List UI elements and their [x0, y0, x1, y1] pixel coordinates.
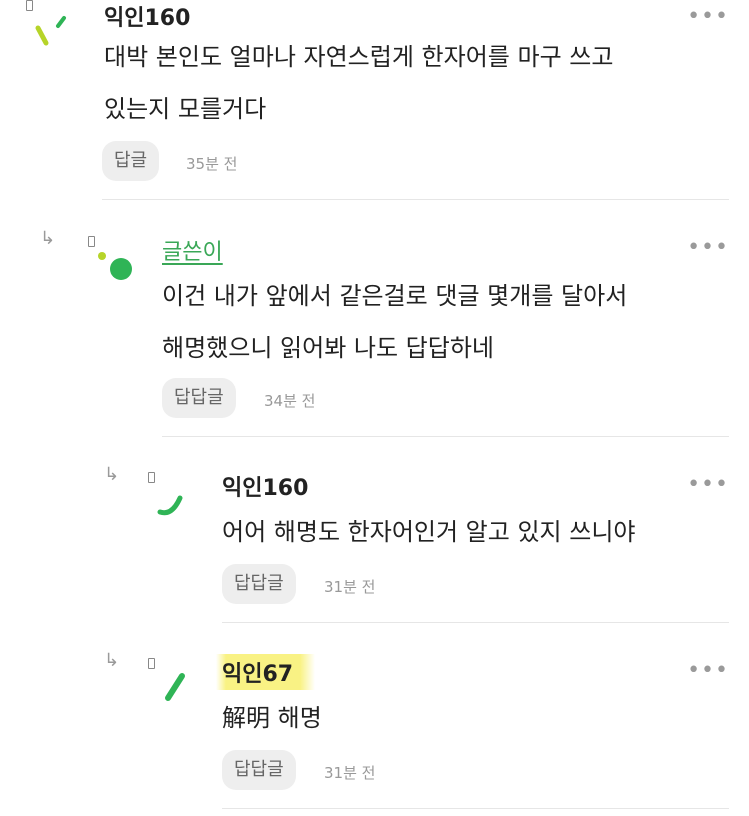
divider: [162, 436, 729, 437]
more-options-icon[interactable]: •••: [687, 472, 729, 497]
comment-text-line: 이건 내가 앞에서 같은걸로 댓글 몇개를 달아서: [162, 282, 628, 310]
reply-button[interactable]: 답답글: [162, 378, 236, 418]
reply-button[interactable]: 답답글: [222, 564, 296, 604]
avatar[interactable]: [92, 240, 152, 300]
avatar-graphic: [165, 673, 185, 701]
timestamp: 35분 전: [186, 155, 238, 173]
avatar-graphic: [157, 495, 183, 516]
nickname[interactable]: 익인160: [104, 0, 190, 32]
reply-button[interactable]: 답글: [102, 141, 160, 181]
reply-arrow-icon: ↳: [104, 650, 120, 671]
avatar[interactable]: [26, 8, 86, 68]
reply-arrow-icon: ↳: [104, 464, 120, 485]
more-options-icon[interactable]: •••: [687, 235, 729, 260]
comment-text-line: 대박 본인도 얼마나 자연스럽게 한자어를 마구 쓰고: [104, 43, 614, 71]
nickname-highlighted[interactable]: 익인67: [216, 654, 316, 690]
avatar-graphic: [98, 252, 132, 280]
timestamp: 31분 전: [324, 578, 376, 596]
more-options-icon[interactable]: •••: [687, 4, 729, 29]
timestamp: 34분 전: [264, 392, 316, 410]
divider: [222, 808, 729, 809]
comment-text-line: 解明 해명: [222, 704, 322, 732]
more-options-icon[interactable]: •••: [687, 658, 729, 683]
comment-text-line: 해명했으니 읽어봐 나도 답답하네: [162, 334, 495, 362]
comment-text-line: 어어 해명도 한자어인거 알고 있지 쓰니야: [222, 518, 636, 546]
nickname-author[interactable]: 글쓴이: [162, 234, 223, 266]
comment-text-line: 있는지 모를거다: [104, 95, 267, 123]
nickname[interactable]: 익인160: [222, 470, 308, 502]
reply-button[interactable]: 답답글: [222, 750, 296, 790]
divider: [102, 199, 729, 200]
timestamp: 31분 전: [324, 764, 376, 782]
avatar[interactable]: [152, 476, 212, 536]
avatar-graphic: [35, 16, 66, 46]
divider: [222, 622, 729, 623]
avatar[interactable]: [152, 662, 212, 722]
reply-arrow-icon: ↳: [40, 228, 56, 249]
